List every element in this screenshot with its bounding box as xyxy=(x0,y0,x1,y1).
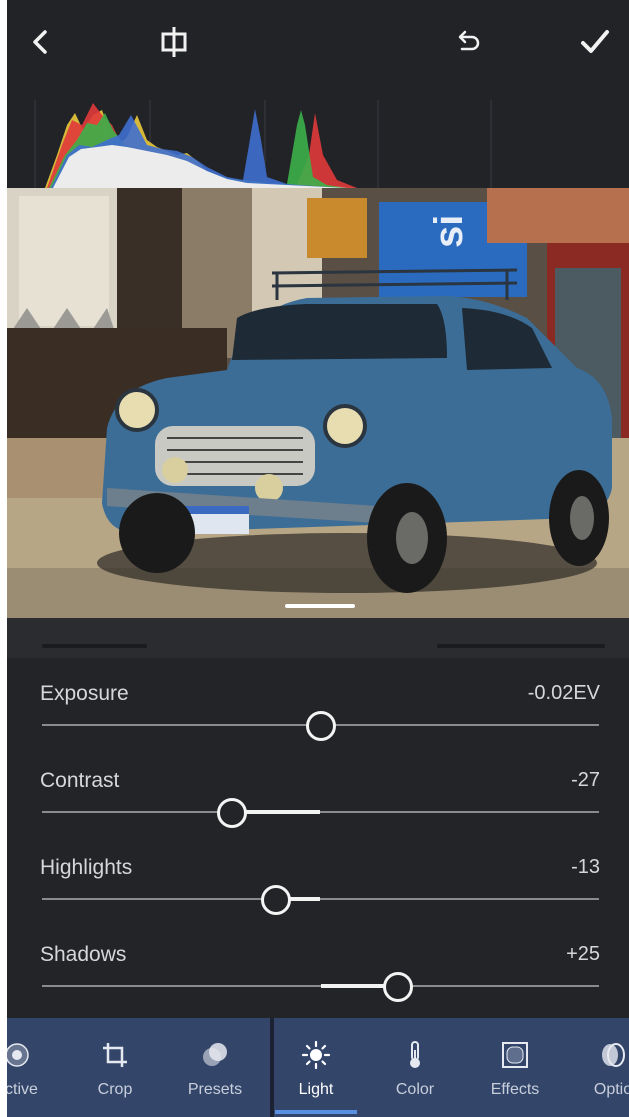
slider-thumb[interactable] xyxy=(217,798,248,828)
slider-thumb[interactable] xyxy=(383,972,414,1002)
panel-handle-area[interactable] xyxy=(7,618,629,658)
compare-icon xyxy=(161,27,187,57)
effects-icon xyxy=(502,1042,528,1068)
highlights-slider[interactable]: Highlights -13 xyxy=(7,856,629,943)
slider-value: -13 xyxy=(571,856,600,878)
thermometer-icon xyxy=(410,1041,420,1068)
shadows-slider[interactable]: Shadows +25 xyxy=(7,943,629,1030)
tab-label: Color xyxy=(395,1081,435,1098)
tab-label: Crop xyxy=(97,1081,133,1098)
tab-crop[interactable]: Crop xyxy=(75,1018,155,1117)
tab-color[interactable]: Color xyxy=(375,1018,455,1117)
slider-label: Highlights xyxy=(40,856,133,879)
tab-light[interactable]: Light xyxy=(275,1018,357,1117)
histogram xyxy=(7,85,629,190)
tab-optics[interactable]: Optio xyxy=(573,1018,629,1117)
photo-scrub-indicator xyxy=(285,604,355,608)
presets-icon xyxy=(203,1043,227,1066)
tab-label: Light xyxy=(298,1081,334,1098)
panel-handle-right xyxy=(437,644,605,648)
tab-effects[interactable]: Effects xyxy=(475,1018,555,1117)
tab-selective[interactable]: ective xyxy=(7,1018,57,1117)
sun-icon xyxy=(301,1040,331,1070)
selective-icon xyxy=(7,1043,29,1067)
tab-label: Effects xyxy=(490,1081,540,1098)
slider-label: Shadows xyxy=(40,943,127,966)
tool-tabbar: ective Crop Presets xyxy=(7,1018,629,1117)
contrast-slider[interactable]: Contrast -27 xyxy=(7,769,629,856)
undo-button[interactable] xyxy=(445,22,489,62)
app-window: si Exposure -0.02EV Contrast -27 Highlig… xyxy=(7,0,629,1117)
slider-track[interactable] xyxy=(42,898,599,900)
slider-track[interactable] xyxy=(42,811,599,813)
tab-label: ective xyxy=(7,1081,38,1098)
slider-value: +25 xyxy=(566,943,600,965)
slider-value: -0.02EV xyxy=(527,682,600,704)
top-toolbar xyxy=(7,0,629,85)
slider-label: Contrast xyxy=(40,769,120,792)
chevron-left-icon xyxy=(33,30,47,54)
done-button[interactable] xyxy=(573,22,617,62)
optics-icon xyxy=(602,1043,625,1067)
tab-label: Presets xyxy=(187,1081,243,1098)
svg-text:si: si xyxy=(427,215,471,248)
tabbar-separator xyxy=(270,1018,274,1117)
slider-thumb[interactable] xyxy=(260,885,291,915)
panel-handle-left xyxy=(42,644,147,648)
tab-presets[interactable]: Presets xyxy=(173,1018,257,1117)
tab-label: Optio xyxy=(593,1081,629,1098)
active-tab-indicator xyxy=(275,1110,357,1114)
crop-icon xyxy=(103,1043,127,1067)
slider-label: Exposure xyxy=(40,682,129,705)
light-adjustments-panel: Exposure -0.02EV Contrast -27 Highlights… xyxy=(7,658,629,1018)
back-button[interactable] xyxy=(19,22,63,62)
compare-button[interactable] xyxy=(152,22,196,62)
checkmark-icon xyxy=(581,30,609,53)
undo-icon xyxy=(458,30,480,51)
photo-preview[interactable]: si xyxy=(7,188,629,618)
slider-value: -27 xyxy=(571,769,600,791)
car-photo: si xyxy=(7,188,629,618)
slider-thumb[interactable] xyxy=(305,711,336,741)
exposure-slider[interactable]: Exposure -0.02EV xyxy=(7,682,629,769)
